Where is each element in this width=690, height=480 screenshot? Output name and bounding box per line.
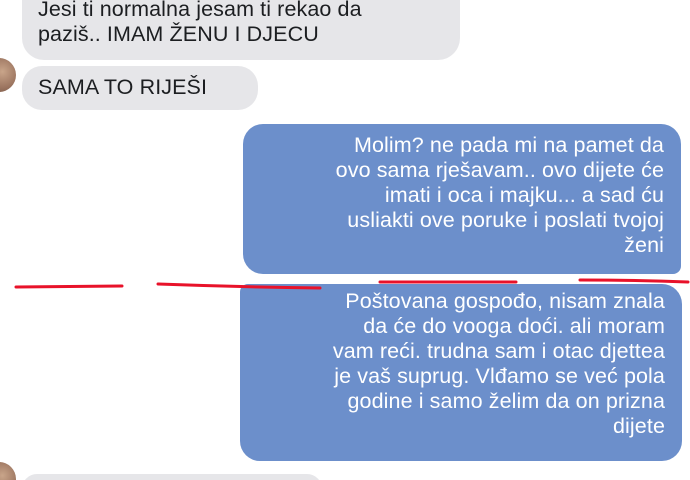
sender-avatar[interactable] xyxy=(0,58,16,92)
annotation-dash xyxy=(14,284,124,289)
annotation-dash xyxy=(578,278,690,284)
message-line: dijete xyxy=(613,414,665,438)
chat-thread: Jesi ti normalna jesam ti rekao da paziš.… xyxy=(0,0,690,480)
message-line: da će do vooga doći. ali moram xyxy=(363,314,665,338)
incoming-message-bubble[interactable]: Jesi ti normalna jesam ti rekao da paziš.… xyxy=(22,0,460,60)
message-line: godine i samo želim da on prizna xyxy=(347,389,665,413)
message-line: usliakti ove poruke i poslati tvojoj xyxy=(347,208,664,232)
message-line: ovo sama rješavam.. ovo dijete će xyxy=(335,158,664,182)
message-line: paziš.. IMAM ŽENU I DJECU xyxy=(38,22,319,46)
message-line: SAMA TO RIJEŠI xyxy=(38,75,208,99)
outgoing-message-bubble[interactable]: Molim? ne pada mi na pamet da ovo sama rj… xyxy=(243,124,681,274)
sender-avatar[interactable] xyxy=(0,462,16,480)
incoming-message-bubble-partial[interactable] xyxy=(22,474,322,480)
message-line: Molim? ne pada mi na pamet da xyxy=(353,133,664,157)
outgoing-message-bubble[interactable]: Poštovana gospođo, nisam znala da će do v… xyxy=(240,284,682,461)
message-line: je vaš suprug. Vlđamo se već pola xyxy=(334,364,665,388)
message-line: Jesi ti normalna jesam ti rekao da xyxy=(38,0,362,21)
message-line: imati i oca i majku... a sad ću xyxy=(384,183,664,207)
message-line: ženi xyxy=(624,233,664,257)
message-line: vam reći. trudna sam i otac djettea xyxy=(332,339,665,363)
incoming-message-bubble[interactable]: SAMA TO RIJEŠI xyxy=(22,66,258,110)
message-line: Poštovana gospođo, nisam znala xyxy=(345,289,665,313)
